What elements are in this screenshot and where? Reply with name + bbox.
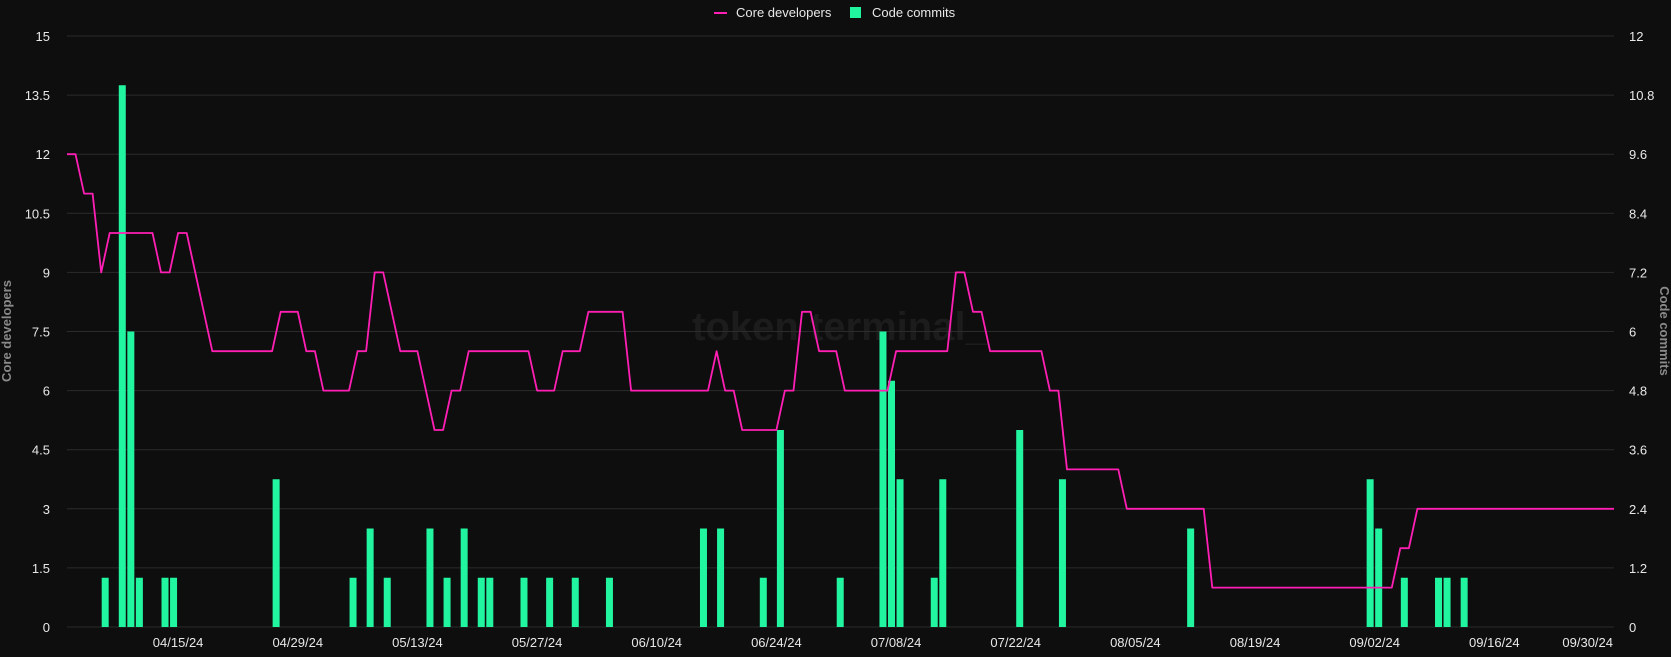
left-tick-label: 3 (43, 502, 50, 517)
commit-bar[interactable] (349, 577, 357, 627)
commit-bar[interactable] (879, 331, 887, 628)
commit-bar[interactable] (366, 528, 374, 628)
commit-bar[interactable] (1435, 577, 1443, 627)
developer-line-layer (67, 153, 1614, 589)
combo-chart: token terminal_ 0 1.5 3 4.5 6 7.5 9 10.5 12 13.5 1… (0, 5, 1671, 650)
commit-bars (101, 85, 1468, 628)
commit-bar[interactable] (1366, 479, 1374, 627)
x-tick-label: 06/24/24 (751, 635, 802, 650)
right-tick-label: 7.2 (1629, 265, 1647, 280)
x-tick-label: 08/05/24 (1110, 635, 1161, 650)
legend: Core developers Code commits (714, 5, 956, 20)
x-tick-label: 07/08/24 (871, 635, 922, 650)
left-tick-label: 13.5 (25, 88, 50, 103)
chart-container: token terminal_ 0 1.5 3 4.5 6 7.5 9 10.5 12 13.5 1… (0, 0, 1671, 657)
commit-bar[interactable] (1016, 430, 1024, 627)
commit-bar[interactable] (1058, 479, 1066, 627)
commit-bar[interactable] (520, 577, 528, 627)
commit-bar[interactable] (1400, 577, 1408, 627)
left-tick-label: 6 (43, 384, 50, 399)
legend-label-code-commits: Code commits (872, 5, 956, 20)
x-tick-label: 07/22/24 (990, 635, 1041, 650)
legend-label-core-developers: Core developers (736, 5, 832, 20)
commit-bar[interactable] (1460, 577, 1468, 627)
right-axis-title: Code commits (1657, 286, 1671, 376)
left-tick-label: 1.5 (32, 561, 50, 576)
commit-bar[interactable] (776, 430, 784, 627)
commit-bar[interactable] (161, 577, 169, 627)
legend-item-core-developers[interactable]: Core developers (714, 5, 832, 20)
x-tick-label: 04/29/24 (272, 635, 323, 650)
right-tick-label: 1.2 (1629, 561, 1647, 576)
commit-bar[interactable] (101, 577, 109, 627)
left-tick-label: 9 (43, 265, 50, 280)
right-axis-ticks: 0 1.2 2.4 3.6 4.8 6 7.2 8.4 9.6 10.8 12 (1629, 29, 1654, 635)
x-tick-label: 06/10/24 (631, 635, 682, 650)
commit-bar[interactable] (1187, 528, 1195, 628)
commit-bar[interactable] (383, 577, 391, 627)
commit-bar[interactable] (135, 577, 143, 627)
right-tick-label: 9.6 (1629, 147, 1647, 162)
commit-bar[interactable] (477, 577, 485, 627)
commit-bar[interactable] (896, 479, 904, 627)
commit-bar[interactable] (546, 577, 554, 627)
x-tick-label: 05/13/24 (392, 635, 443, 650)
commit-bar[interactable] (939, 479, 947, 627)
commit-bar[interactable] (460, 528, 468, 628)
x-tick-label: 09/16/24 (1469, 635, 1520, 650)
x-tick-label: 05/27/24 (512, 635, 563, 650)
commit-bar[interactable] (605, 577, 613, 627)
commit-bar[interactable] (118, 85, 126, 627)
core-developers-line[interactable] (67, 153, 1614, 589)
right-tick-label: 0 (1629, 620, 1636, 635)
commit-bar[interactable] (930, 577, 938, 627)
commit-bar[interactable] (1375, 528, 1383, 628)
x-tick-label: 09/30/24 (1562, 635, 1613, 650)
x-axis-ticks: 04/15/24 04/29/24 05/13/24 05/27/24 06/10/24… (153, 635, 1613, 650)
right-tick-label: 12 (1629, 29, 1643, 44)
commit-bar[interactable] (571, 577, 579, 627)
commit-bar[interactable] (699, 528, 707, 628)
commit-bar[interactable] (717, 528, 725, 628)
left-tick-label: 7.5 (32, 325, 50, 340)
left-axis-title: Core developers (0, 280, 14, 382)
commit-bar[interactable] (888, 380, 896, 627)
right-tick-label: 3.6 (1629, 443, 1647, 458)
commit-bar[interactable] (426, 528, 434, 628)
commit-bar[interactable] (836, 577, 844, 627)
watermark: token terminal_ (692, 305, 988, 349)
commit-bar[interactable] (759, 577, 767, 627)
right-tick-label: 6 (1629, 325, 1636, 340)
right-tick-label: 8.4 (1629, 206, 1647, 221)
right-tick-label: 4.8 (1629, 384, 1647, 399)
left-axis-ticks: 0 1.5 3 4.5 6 7.5 9 10.5 12 13.5 15 (25, 29, 50, 635)
commit-bar[interactable] (1443, 577, 1451, 627)
legend-swatch-code-commits (850, 7, 861, 18)
right-tick-label: 2.4 (1629, 502, 1647, 517)
commit-bar[interactable] (127, 331, 135, 628)
left-tick-label: 0 (43, 620, 50, 635)
commit-bar[interactable] (443, 577, 451, 627)
x-tick-label: 08/19/24 (1230, 635, 1281, 650)
x-tick-label: 04/15/24 (153, 635, 204, 650)
legend-item-code-commits[interactable]: Code commits (850, 5, 956, 20)
x-tick-label: 09/02/24 (1349, 635, 1400, 650)
left-tick-label: 10.5 (25, 206, 50, 221)
right-tick-label: 10.8 (1629, 88, 1654, 103)
left-tick-label: 4.5 (32, 443, 50, 458)
left-tick-label: 15 (36, 29, 50, 44)
left-tick-label: 12 (36, 147, 50, 162)
commit-bar[interactable] (272, 479, 280, 627)
commit-bar[interactable] (486, 577, 494, 627)
commit-bar[interactable] (170, 577, 178, 627)
